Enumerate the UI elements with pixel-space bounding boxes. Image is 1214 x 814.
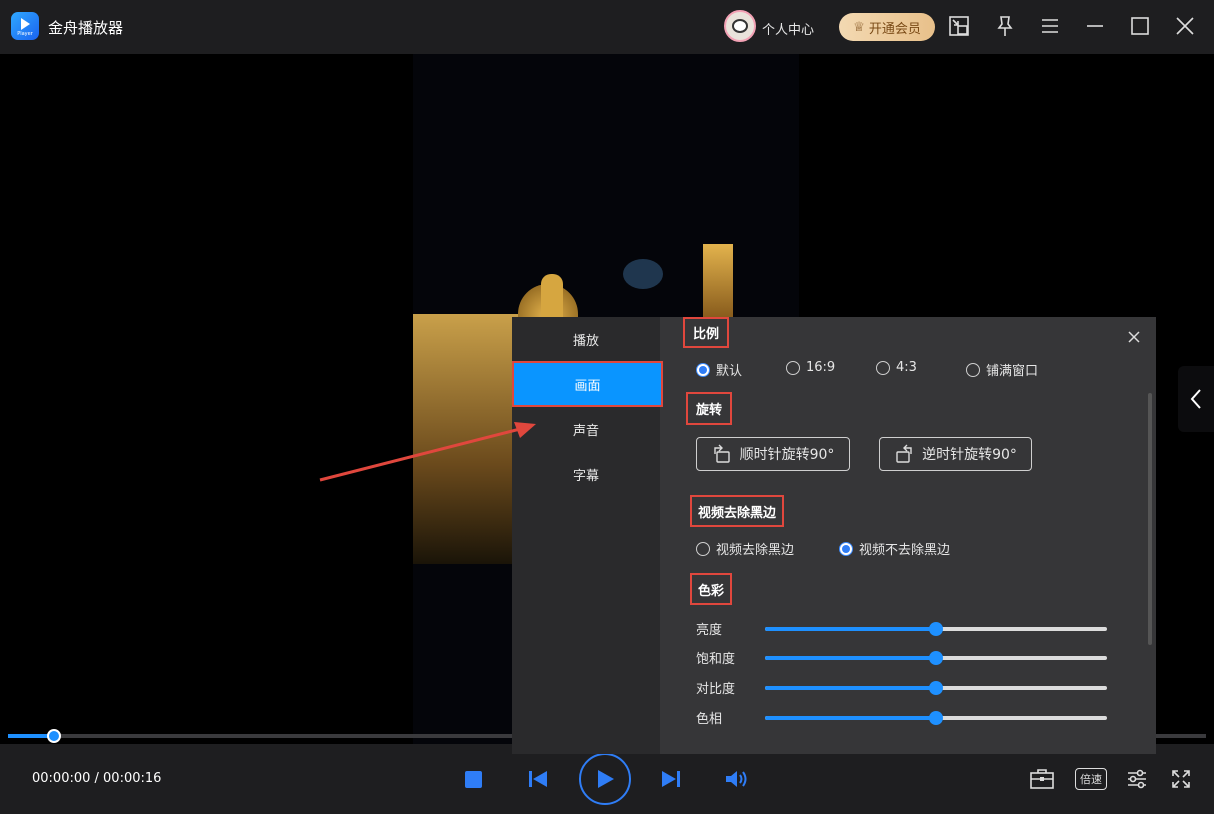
ratio-fill-window[interactable]: 铺满窗口: [966, 360, 1038, 379]
rotate-ccw-label: 逆时针旋转90°: [922, 447, 1017, 463]
nav-picture[interactable]: 画面: [512, 361, 663, 407]
volume-icon: [726, 771, 747, 787]
play-icon: [598, 770, 614, 788]
video-clock-tower: [703, 244, 733, 324]
brightness-slider-row: 亮度: [696, 619, 1116, 639]
rotate-clockwise-button[interactable]: 顺时针旋转90°: [696, 437, 850, 471]
control-bar: 00:00:00 / 00:00:16 倍速: [0, 744, 1214, 814]
saturation-slider-row: 饱和度: [696, 648, 1116, 668]
radio-icon: [696, 541, 710, 556]
logo-text: Player: [17, 30, 33, 37]
ratio-default[interactable]: 默认: [696, 360, 742, 379]
slider-thumb[interactable]: [929, 711, 943, 725]
vip-label: 开通会员: [868, 21, 921, 37]
previous-button[interactable]: [527, 768, 549, 790]
radio-selected-icon: [839, 541, 853, 556]
time-display: 00:00:00 / 00:00:16: [32, 771, 162, 786]
rotate-cw-label: 顺时针旋转90°: [739, 447, 835, 463]
keep-black-border[interactable]: 视频不去除黑边: [839, 539, 950, 558]
radio-icon: [786, 360, 800, 375]
playlist-toggle[interactable]: [1178, 366, 1214, 432]
user-center-link[interactable]: 个人中心: [762, 19, 814, 38]
rotate-counterclockwise-button[interactable]: 逆时针旋转90°: [879, 437, 1032, 471]
minimize-icon[interactable]: [1082, 13, 1108, 39]
stop-button[interactable]: [463, 769, 483, 789]
radio-icon: [876, 360, 890, 375]
rotation-title: 旋转: [686, 392, 733, 425]
settings-nav: 播放 画面 声音 字幕: [512, 317, 663, 754]
radio-icon: [966, 362, 980, 377]
nav-subtitle[interactable]: 字幕: [512, 452, 660, 496]
ratio-16-9-label: 16:9: [806, 360, 836, 375]
slider-fill: [765, 686, 936, 690]
ratio-fill-label: 铺满窗口: [986, 364, 1039, 379]
skip-next-icon: [662, 771, 680, 787]
nav-playback[interactable]: 播放: [512, 317, 660, 361]
slider-thumb[interactable]: [929, 651, 943, 665]
slider-thumb[interactable]: [929, 622, 943, 636]
mini-mode-icon[interactable]: [946, 13, 972, 39]
saturation-label: 饱和度: [696, 652, 736, 667]
speed-button[interactable]: 倍速: [1075, 768, 1107, 790]
radio-selected-icon: [696, 362, 710, 377]
progress-thumb[interactable]: [46, 729, 61, 743]
volume-button[interactable]: [724, 768, 748, 790]
slider-fill: [765, 656, 936, 660]
maximize-icon[interactable]: [1127, 13, 1153, 39]
settings-button[interactable]: [1126, 767, 1148, 791]
ratio-title: 比例: [683, 317, 730, 348]
brightness-label: 亮度: [696, 623, 723, 638]
brightness-slider[interactable]: [765, 622, 1107, 636]
next-button[interactable]: [660, 768, 682, 790]
keep-black-border-label: 视频不去除黑边: [859, 543, 951, 558]
app-logo: Player: [11, 12, 39, 40]
skip-previous-icon: [529, 771, 547, 787]
avatar[interactable]: [724, 10, 756, 42]
color-title: 色彩: [690, 573, 733, 605]
panel-scrollbar[interactable]: [1148, 393, 1152, 645]
rotate-cw-icon: [713, 444, 730, 463]
play-logo-icon: [20, 17, 30, 30]
remove-black-border-label: 视频去除黑边: [716, 543, 795, 558]
saturation-slider[interactable]: [765, 651, 1107, 665]
ratio-4-3-label: 4:3: [896, 360, 917, 375]
menu-icon[interactable]: [1037, 13, 1063, 39]
app-window: Player 金舟播放器 个人中心 ♕ 开通会员 00:00:00 / 00:0…: [0, 0, 1214, 814]
contrast-label: 对比度: [696, 682, 736, 697]
remove-black-border[interactable]: 视频去除黑边: [696, 539, 794, 558]
sliders-icon: [1128, 769, 1146, 789]
close-icon[interactable]: [1172, 13, 1198, 39]
slider-thumb[interactable]: [929, 681, 943, 695]
ratio-16-9[interactable]: 16:9: [786, 360, 835, 375]
settings-panel: 播放 画面 声音 字幕 比例 默认 16:9 4:3 铺满窗口 旋转 顺时针旋转…: [512, 317, 1156, 754]
panel-close-icon[interactable]: [1126, 329, 1142, 345]
slider-fill: [765, 627, 936, 631]
toolbox-button[interactable]: [1029, 767, 1055, 791]
ratio-default-label: 默认: [716, 364, 743, 379]
play-button[interactable]: [579, 753, 631, 805]
vip-button[interactable]: ♕ 开通会员: [839, 13, 935, 41]
pin-icon[interactable]: [992, 13, 1018, 39]
rotate-ccw-icon: [896, 444, 912, 463]
hue-label: 色相: [696, 712, 723, 727]
fullscreen-icon: [1172, 770, 1190, 788]
settings-content: 比例 默认 16:9 4:3 铺满窗口 旋转 顺时针旋转90° 逆时针旋转90°: [660, 317, 1156, 754]
title-bar: Player 金舟播放器 个人中心 ♕ 开通会员: [0, 0, 1214, 54]
contrast-slider[interactable]: [765, 681, 1107, 695]
stop-icon: [464, 770, 482, 788]
toolbox-icon: [1030, 769, 1054, 789]
hue-slider-row: 色相: [696, 708, 1116, 728]
chevron-left-icon: [1190, 389, 1201, 409]
video-tree: [623, 259, 663, 289]
app-title: 金舟播放器: [48, 19, 124, 37]
contrast-slider-row: 对比度: [696, 678, 1116, 698]
panda-avatar-icon: [732, 19, 748, 33]
slider-fill: [765, 716, 936, 720]
black-border-title: 视频去除黑边: [690, 495, 785, 527]
hue-slider[interactable]: [765, 711, 1107, 725]
nav-audio[interactable]: 声音: [512, 407, 660, 451]
crown-icon: ♕: [853, 19, 865, 35]
fullscreen-button[interactable]: [1170, 768, 1192, 790]
ratio-4-3[interactable]: 4:3: [876, 360, 917, 375]
